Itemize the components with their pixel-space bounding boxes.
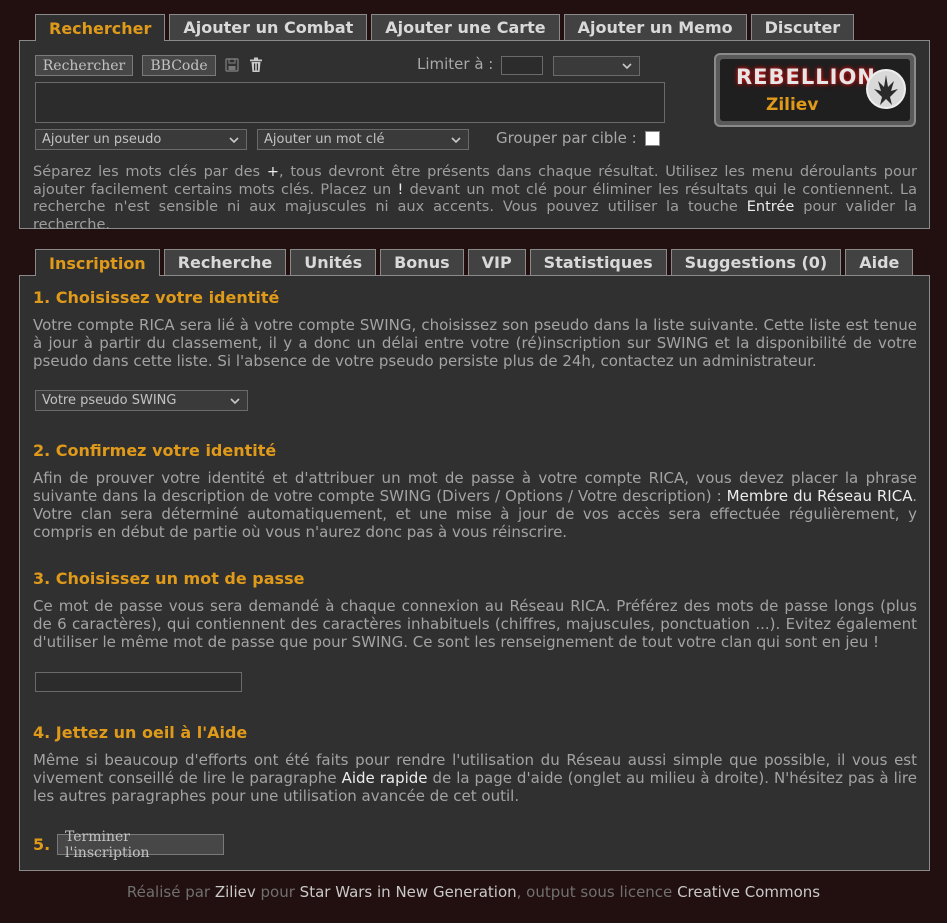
quick-help-link[interactable]: Aide rapide xyxy=(342,769,428,787)
main-tab-bar: Inscription Recherche Unités Bonus VIP S… xyxy=(35,249,914,276)
footer-author-link[interactable]: Ziliev xyxy=(215,883,256,901)
required-phrase: Membre du Réseau RICA xyxy=(726,487,913,505)
step4-title: 4. Jettez un oeil à l'Aide xyxy=(33,723,248,742)
tab-vip[interactable]: VIP xyxy=(467,249,526,275)
inscription-panel: 1. Choisissez votre identité Votre compt… xyxy=(19,275,930,871)
footer: Réalisé par Ziliev pour Star Wars in New… xyxy=(126,883,821,901)
finish-registration-button[interactable]: Terminer l'inscription xyxy=(57,829,224,861)
tab-rechercher[interactable]: Rechercher xyxy=(35,14,166,41)
step3-text: Ce mot de passe vous sera demandé à chaq… xyxy=(33,597,917,651)
save-icon[interactable] xyxy=(225,58,239,72)
chevron-down-icon xyxy=(230,397,240,404)
step3-title: 3. Choisissez un mot de passe xyxy=(33,569,305,588)
keyword-select-value: Ajouter un mot clé xyxy=(264,132,385,147)
step1-text: Votre compte RICA sera lié à votre compt… xyxy=(33,316,917,370)
password-input[interactable] xyxy=(35,672,242,692)
tab-recherche[interactable]: Recherche xyxy=(163,249,287,275)
logo-username: Ziliev xyxy=(766,95,819,115)
rebellion-logo: REBELLION Ziliev xyxy=(714,53,916,127)
limit-label: Limiter à : xyxy=(417,55,494,73)
chevron-down-icon xyxy=(229,136,239,143)
tab-ajouter-carte[interactable]: Ajouter une Carte xyxy=(371,14,560,40)
step2-title: 2. Confirmez votre identité xyxy=(33,441,277,460)
rebel-alliance-icon xyxy=(866,69,906,109)
chevron-down-icon xyxy=(622,63,632,70)
tab-ajouter-memo[interactable]: Ajouter un Memo xyxy=(563,14,747,40)
step4-text: Même si beaucoup d'efforts ont été faits… xyxy=(33,751,917,805)
tab-inscription[interactable]: Inscription xyxy=(35,249,160,276)
pseudo-select[interactable]: Ajouter un pseudo xyxy=(35,129,247,150)
logo-word: REBELLION xyxy=(736,65,876,89)
top-tab-bar: Rechercher Ajouter un Combat Ajouter une… xyxy=(35,14,855,41)
tab-aide[interactable]: Aide xyxy=(845,249,914,275)
tab-bonus[interactable]: Bonus xyxy=(380,249,464,275)
search-textarea[interactable] xyxy=(35,82,665,123)
tab-suggestions[interactable]: Suggestions (0) xyxy=(670,249,842,275)
step2-text: Afin de prouver votre identité et d'attr… xyxy=(33,469,917,541)
step1-title: 1. Choisissez votre identité xyxy=(33,288,280,307)
group-by-target-checkbox[interactable] xyxy=(645,131,660,146)
limit-input[interactable] xyxy=(501,56,543,75)
step5-number: 5. xyxy=(33,835,51,854)
tab-unites[interactable]: Unités xyxy=(290,249,377,275)
tab-discuter[interactable]: Discuter xyxy=(750,14,855,40)
search-help-text: Séparez les mots clés par des +, tous de… xyxy=(33,164,917,233)
group-by-target-label: Grouper par cible : xyxy=(496,129,637,147)
tab-statistiques[interactable]: Statistiques xyxy=(529,249,667,275)
chevron-down-icon xyxy=(451,136,461,143)
swing-pseudo-select-value: Votre pseudo SWING xyxy=(42,393,177,408)
search-panel: Rechercher BBCode Limiter à : Ajouter un… xyxy=(19,40,930,233)
swing-pseudo-select[interactable]: Votre pseudo SWING xyxy=(35,390,248,411)
limit-select[interactable] xyxy=(553,56,640,76)
tab-ajouter-combat[interactable]: Ajouter un Combat xyxy=(169,14,368,40)
footer-game-link[interactable]: Star Wars in New Generation xyxy=(300,883,517,901)
keyword-select[interactable]: Ajouter un mot clé xyxy=(257,129,469,150)
bbcode-button[interactable]: BBCode xyxy=(142,55,216,76)
footer-license-link[interactable]: Creative Commons xyxy=(677,883,820,901)
search-button[interactable]: Rechercher xyxy=(35,55,133,76)
pseudo-select-value: Ajouter un pseudo xyxy=(42,132,162,147)
trash-icon[interactable] xyxy=(249,57,263,73)
